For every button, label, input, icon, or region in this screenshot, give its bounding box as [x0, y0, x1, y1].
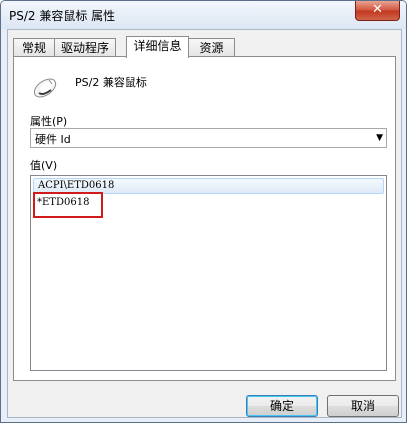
property-selected-value: 硬件 Id [35, 133, 71, 146]
title-bar[interactable]: PS/2 兼容鼠标 属性 ✕ [1, 1, 406, 29]
close-icon: ✕ [372, 2, 383, 17]
close-button[interactable]: ✕ [355, 1, 400, 21]
dialog-body: 常规 驱动程序 详细信息 资源 PS/2 兼容鼠标 属性(P) 硬件 Id ▼ … [7, 29, 402, 418]
tab-resources[interactable]: 资源 [188, 38, 235, 57]
value-list[interactable]: ACPI\ETD0618 *ETD0618 [30, 175, 387, 371]
chevron-down-icon[interactable]: ▼ [376, 133, 383, 143]
property-label: 属性(P) [30, 115, 68, 128]
tab-details[interactable]: 详细信息 [126, 36, 189, 58]
tab-general[interactable]: 常规 [13, 38, 55, 57]
property-dropdown[interactable]: 硬件 Id ▼ [30, 128, 387, 148]
properties-dialog: PS/2 兼容鼠标 属性 ✕ 常规 驱动程序 详细信息 资源 PS/2 兼容鼠标… [0, 0, 407, 423]
ok-button[interactable]: 确定 [246, 395, 318, 417]
tab-driver[interactable]: 驱动程序 [54, 38, 116, 57]
list-item[interactable]: ACPI\ETD0618 [33, 178, 384, 194]
details-panel: PS/2 兼容鼠标 属性(P) 硬件 Id ▼ 值(V) ACPI\ETD061… [13, 56, 396, 381]
list-item[interactable]: *ETD0618 [33, 195, 384, 211]
window-title: PS/2 兼容鼠标 属性 [9, 9, 116, 23]
cancel-button[interactable]: 取消 [327, 395, 399, 417]
value-label: 值(V) [30, 159, 58, 172]
mouse-icon [33, 78, 57, 98]
device-name: PS/2 兼容鼠标 [75, 76, 147, 89]
